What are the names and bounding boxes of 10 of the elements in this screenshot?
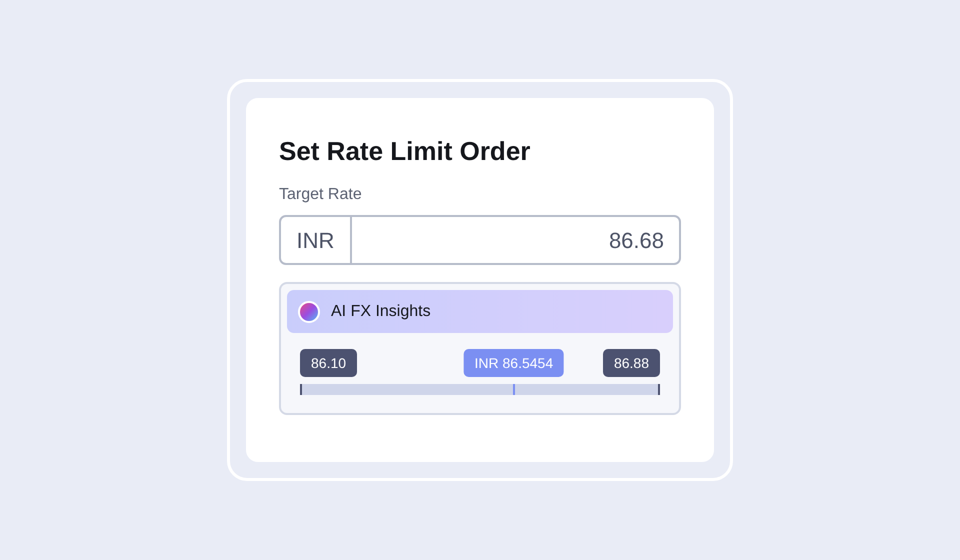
min-rate-badge: 86.10 (300, 349, 358, 377)
max-rate-badge: 86.88 (602, 349, 660, 377)
gradient-orb-icon (298, 300, 320, 322)
current-rate-badge: INR 86.5454 (464, 349, 564, 377)
insights-title: AI FX Insights (331, 302, 431, 322)
dialog-title: Set Rate Limit Order (279, 135, 532, 168)
rate-field[interactable]: INR 86.68 (279, 215, 681, 265)
rate-input[interactable]: 86.68 (352, 217, 679, 263)
field-label: Target Rate (279, 185, 363, 205)
currency-prefix: INR (281, 217, 352, 263)
